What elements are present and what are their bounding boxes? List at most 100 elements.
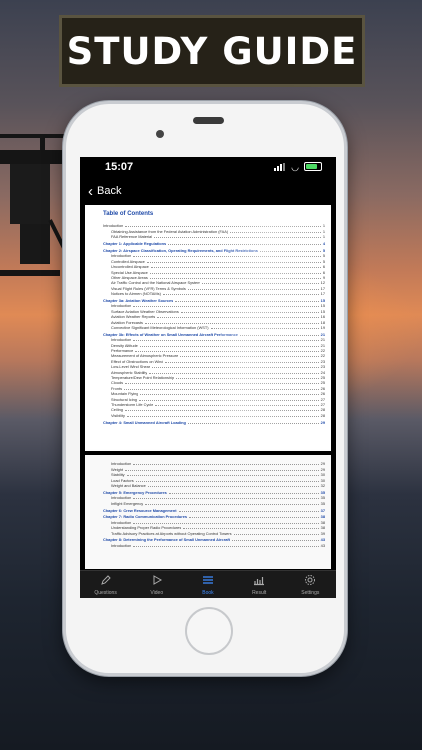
earpiece-speaker [193,117,224,124]
toc-leader-dots [125,383,319,385]
toc-row: Introduction 43 [103,542,325,548]
toc-entry-title: Clouds [111,380,124,386]
toc-entry-page: 25 [320,374,325,380]
toc-entry-title: Uncontrolled Airspace [111,264,149,270]
book-icon [202,574,214,590]
phone-screen: 15:07 ◡ ‹ Back Table of Contents Introdu… [80,157,336,598]
toc-entry-page: 23 [320,364,325,370]
toc-entry-page: 28 [320,412,325,418]
toc-entry-title: Weight and Balance [111,482,146,488]
toc-entry-page: 4 [322,241,325,247]
toc-entry-page: 27 [320,396,325,402]
toc-entry-page: 1 [322,234,325,240]
toc-entry-page: 29 [320,466,325,472]
toc-list-page-2: Introduction 29 Weight 29 Stability 30 Load Fa… [103,461,325,548]
toc-entry-title: Temperature/Dew Point Relationship [111,374,175,380]
toc-leader-dots [133,522,319,524]
toc-entry-title: Introduction [111,253,132,259]
toc-entry-title: Chapter 8: Determining the Performance o… [103,537,230,543]
toc-entry-page: 27 [320,401,325,407]
toc-entry-page: 21 [320,342,325,348]
tab-video[interactable]: Video [132,574,182,596]
toc-leader-dots [210,327,319,329]
toc-leader-dots [165,361,319,363]
nav-bar: ‹ Back [80,179,336,203]
toc-row: Traffic Advisory Practices at Airports w… [103,530,325,536]
toc-leader-dots [149,372,319,374]
toc-entry-title: Chapter 6: Crew Resource Management [103,507,177,513]
toc-leader-dots [135,480,319,482]
toc-entry-title: Introduction [111,519,132,525]
toc-leader-dots [183,528,319,530]
tab-book[interactable]: Book [183,574,233,596]
toc-row: Chapter 6: Crew Resource Management 37 [103,507,325,513]
toc-entry-title: Chapter 7: Radio Communication Procedure… [103,514,188,520]
toc-entry-page: 35 [320,489,325,495]
toc-entry-title: Measurement of Atmospheric Pressure [111,353,179,359]
toc-leader-dots [168,244,321,246]
toc-leader-dots [126,475,319,477]
toc-leader-dots [154,237,321,239]
toc-leader-dots [133,545,319,547]
toc-list-page-1: Introduction 1 Obtaining Assistance from t… [103,223,325,425]
toc-entry-page: 17 [320,291,325,297]
toc-leader-dots [146,261,321,263]
tab-label: Settings [301,589,320,596]
toc-entry-page: 25 [320,380,325,386]
toc-entry-title: Structural Icing [111,396,137,402]
toc-entry-title: Convective Significant Meteorological In… [111,324,209,330]
toc-leader-dots [133,464,319,466]
toc-leader-dots [239,334,319,336]
toc-leader-dots [259,250,321,252]
toc-entry-page: 38 [320,519,325,525]
toc-entry-page: 5 [322,258,325,264]
tab-settings[interactable]: Settings [285,574,335,596]
back-button[interactable]: Back [97,185,121,197]
toc-leader-dots [176,377,319,379]
toc-entry-page: 22 [320,353,325,359]
toc-leader-dots [152,367,319,369]
toc-leader-dots [133,306,319,308]
toc-entry-title: Introduction [111,337,132,343]
toc-entry-title: Chapter 4: Small Unmanned Aircraft Loadi… [103,419,186,425]
toc-leader-dots [140,394,319,396]
toc-leader-dots [202,283,319,285]
toc-row: Chapter 1: Applicable Regulations 4 [103,241,325,246]
toc-leader-dots [162,294,319,296]
toc-entry-page: 21 [320,337,325,343]
toc-entry-page: 32 [320,482,325,488]
toc-entry-page: 21 [320,331,325,337]
toc-leader-dots [138,399,319,401]
toc-entry-page: 29 [320,419,325,425]
toc-leader-dots [233,533,319,535]
tab-questions[interactable]: Questions [81,574,131,596]
toc-leader-dots [180,311,319,313]
toc-entry-page: 43 [320,542,325,548]
toc-entry-title: Obtaining Assistance from the Federal Av… [111,228,229,234]
toc-leader-dots [135,350,319,352]
toc-leader-dots [155,404,319,406]
front-camera [156,130,164,138]
toc-row: Notices to Airmen (NOTAMs) 17 [103,291,325,296]
tab-result[interactable]: Result [234,574,284,596]
chevron-left-icon[interactable]: ‹ [88,183,93,200]
document-page-2[interactable]: Introduction 29 Weight 29 Stability 30 Load Fa… [85,455,331,569]
toc-entry-page: 28 [320,407,325,413]
toc-entry-title: Fronts [111,385,123,391]
document-page-1[interactable]: Table of Contents Introduction 1 Obtaining… [85,205,331,451]
play-icon [151,574,163,590]
toc-entry-title: Introduction [111,461,132,467]
toc-leader-dots [139,345,319,347]
toc-leader-dots [147,485,319,487]
toc-entry-title: Traffic Advisory Practices at Airports w… [111,530,232,536]
toc-leader-dots [124,388,319,390]
banner-title: STUDY GUIDE [66,29,358,73]
toc-leader-dots [187,288,319,290]
toc-row: Chapter 4: Small Unmanned Aircraft Loadi… [103,419,325,425]
toc-leader-dots [126,415,319,417]
toc-leader-dots [145,503,319,505]
status-icons: ◡ [274,162,322,171]
home-button[interactable] [185,607,233,655]
toc-leader-dots [180,356,319,358]
signal-icon [274,162,286,171]
